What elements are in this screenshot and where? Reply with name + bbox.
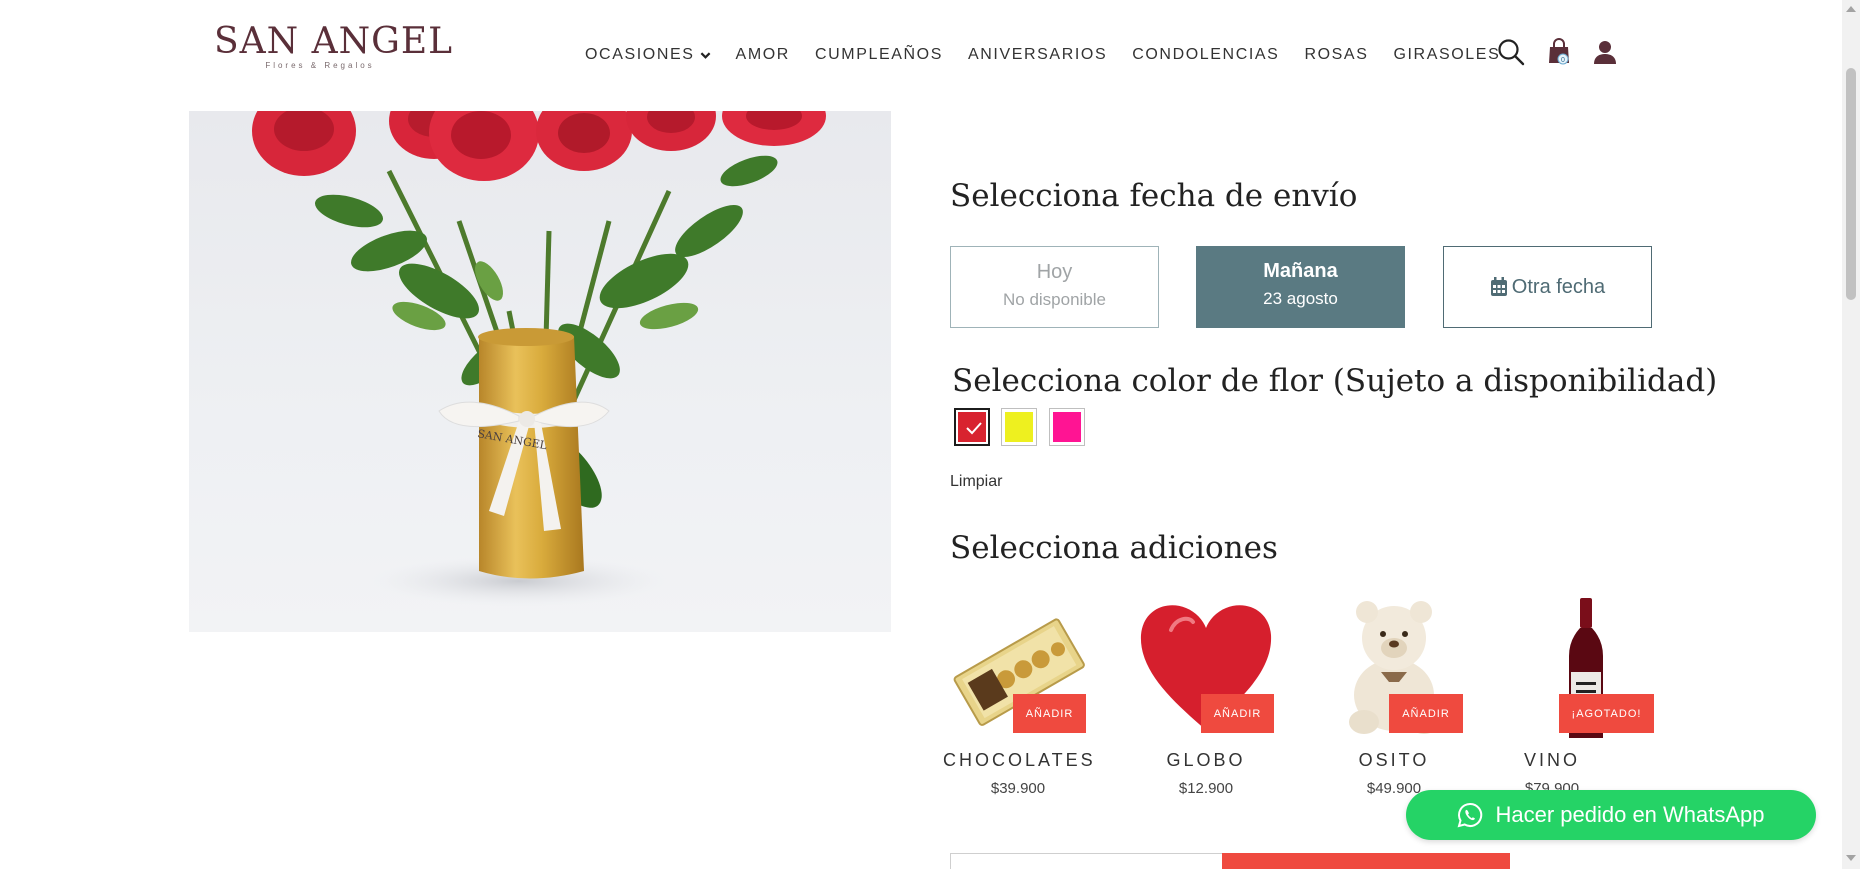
color-swatch-yellow[interactable] [1001, 408, 1037, 446]
flower-color-title: Selecciona color de flor (Sujeto a dispo… [952, 363, 1718, 399]
nav-item-label: GIRASOLES [1393, 46, 1501, 63]
color-swatch-pink[interactable] [1049, 408, 1085, 446]
addon-price: $12.900 [1178, 780, 1234, 797]
scroll-down-arrow[interactable] [1846, 855, 1856, 861]
clear-color-link[interactable]: Limpiar [950, 473, 1002, 491]
sold-out-vino-button[interactable]: ¡AGOTADO! [1559, 694, 1654, 733]
scroll-thumb[interactable] [1846, 68, 1856, 300]
add-chocolates-button[interactable]: AÑADIR [1013, 694, 1086, 733]
date-option-label: Otra fecha [1511, 275, 1606, 298]
nav-item-label: CONDOLENCIAS [1132, 46, 1280, 63]
product-image[interactable]: SAN ANGEL [189, 111, 891, 632]
logo-tagline: Flores & Regalos [265, 61, 375, 70]
addon-price: $39.900 [990, 780, 1046, 797]
nav-item-label: CUMPLEAÑOS [814, 46, 943, 63]
chevron-down-icon [700, 51, 710, 59]
nav-item-label: OCASIONES [585, 46, 695, 63]
page: SAN ANGEL Flores & Regalos OCASIONES AMO… [0, 0, 1842, 869]
logo[interactable]: SAN ANGEL Flores & Regalos [214, 21, 454, 71]
addon-name: OSITO [1358, 750, 1430, 770]
nav-item-girasoles[interactable]: GIRASOLES [1393, 46, 1500, 64]
check-icon [966, 422, 982, 435]
logo-name: SAN ANGEL [214, 21, 454, 62]
date-option-sublabel: 23 agosto [1263, 289, 1338, 308]
color-swatch-red[interactable] [954, 408, 990, 446]
calendar-icon [1490, 277, 1507, 296]
nav-item-cumpleanos[interactable]: CUMPLEAÑOS [815, 46, 943, 64]
cart-icon[interactable]: 0 [1544, 37, 1574, 67]
date-option-label: Hoy [1036, 261, 1073, 283]
cart-count: 0 [1561, 57, 1565, 64]
add-to-cart-button[interactable] [1222, 853, 1510, 869]
date-option-other[interactable]: Otra fecha [1443, 246, 1652, 328]
date-option-sublabel: No disponible [1002, 290, 1106, 309]
delivery-date-title: Selecciona fecha de envío [950, 178, 1358, 214]
date-option-tomorrow[interactable]: Mañana 23 agosto [1196, 246, 1405, 328]
whatsapp-label: Hacer pedido en WhatsApp [1495, 802, 1765, 827]
nav-item-label: ROSAS [1304, 46, 1369, 63]
nav-item-amor[interactable]: AMOR [736, 46, 790, 64]
addon-name: GLOBO [1166, 750, 1246, 770]
addons-title: Selecciona adiciones [950, 530, 1278, 566]
addon-name: VINO [1523, 750, 1580, 770]
nav-item-label: ANIVERSARIOS [967, 46, 1108, 63]
add-osito-button[interactable]: AÑADIR [1389, 694, 1463, 733]
page-scrollbar[interactable] [1842, 0, 1860, 869]
main-nav: OCASIONES AMOR CUMPLEAÑOS ANIVERSARIOS C… [585, 46, 1525, 64]
site-header: SAN ANGEL Flores & Regalos OCASIONES AMO… [0, 0, 1842, 111]
add-globo-button[interactable]: AÑADIR [1201, 694, 1274, 733]
date-option-label: Mañana [1263, 260, 1338, 282]
quantity-field[interactable] [950, 853, 1223, 869]
addon-name: CHOCOLATES [943, 750, 1096, 770]
scroll-up-arrow[interactable] [1846, 6, 1856, 12]
rose-bouquet-illustration: SAN ANGEL [252, 111, 826, 606]
nav-item-aniversarios[interactable]: ANIVERSARIOS [968, 46, 1107, 64]
nav-item-ocasiones[interactable]: OCASIONES [585, 46, 711, 64]
date-option-today[interactable]: Hoy No disponible [950, 246, 1159, 328]
whatsapp-icon [1458, 802, 1483, 828]
nav-item-condolencias[interactable]: CONDOLENCIAS [1132, 46, 1279, 64]
whatsapp-order-button[interactable]: Hacer pedido en WhatsApp [1406, 790, 1816, 840]
search-icon[interactable] [1496, 37, 1526, 67]
user-icon[interactable] [1590, 37, 1620, 67]
nav-item-label: AMOR [735, 46, 790, 63]
nav-item-rosas[interactable]: ROSAS [1304, 46, 1368, 64]
